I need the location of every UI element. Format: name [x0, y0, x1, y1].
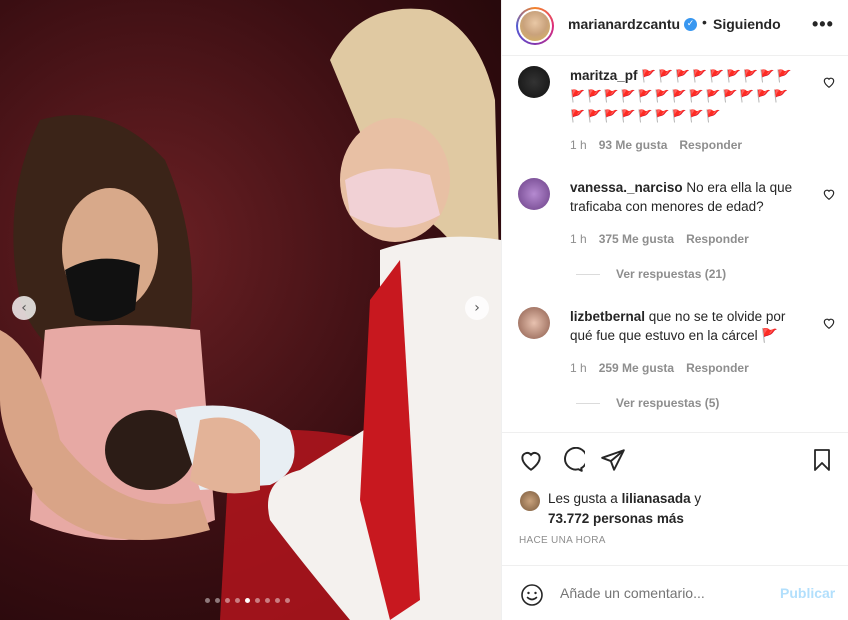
- likes-summary: Les gusta a lilianasada y 73.772 persona…: [548, 489, 828, 529]
- view-replies-button[interactable]: Ver respuestas (21): [576, 267, 726, 281]
- post-actions: [502, 432, 848, 480]
- share-paper-plane-icon[interactable]: [600, 447, 626, 473]
- author-avatar[interactable]: [516, 7, 554, 45]
- comment-bubble-icon[interactable]: [559, 447, 585, 473]
- carousel-dot: [205, 598, 210, 603]
- carousel-dot: [275, 598, 280, 603]
- comment-meta: 1 h 259 Me gusta Responder: [570, 361, 749, 375]
- post-header: marianardzcantu ✓ • Siguiendo •••: [502, 0, 848, 56]
- emoji-smile-icon[interactable]: [520, 583, 544, 607]
- chevron-left-icon: ‹: [21, 300, 27, 316]
- reply-button[interactable]: Responder: [686, 232, 749, 246]
- chevron-right-icon: ›: [474, 300, 480, 316]
- carousel-dot: [225, 598, 230, 603]
- save-bookmark-icon[interactable]: [810, 447, 834, 473]
- comment-time[interactable]: 1 h: [570, 138, 587, 152]
- comment-meta: 1 h 93 Me gusta Responder: [570, 138, 742, 152]
- carousel-indicator: [205, 598, 290, 603]
- author-username[interactable]: marianardzcantu: [568, 16, 680, 32]
- post-timestamp[interactable]: HACE UNA HORA: [519, 535, 606, 546]
- commenter-username[interactable]: vanessa._narciso: [570, 180, 683, 195]
- publish-button[interactable]: Publicar: [780, 585, 835, 601]
- carousel-dot: [255, 598, 260, 603]
- more-options-icon[interactable]: •••: [812, 14, 834, 35]
- like-comment-heart-icon[interactable]: [822, 316, 836, 330]
- comment-time[interactable]: 1 h: [570, 232, 587, 246]
- comment-time[interactable]: 1 h: [570, 361, 587, 375]
- commenter-username[interactable]: lizbetbernal: [570, 309, 645, 324]
- comment-like-count[interactable]: 375 Me gusta: [599, 232, 674, 246]
- post-sidebar: marianardzcantu ✓ • Siguiendo ••• maritz…: [501, 0, 848, 620]
- next-photo-button[interactable]: ›: [465, 296, 489, 320]
- liker-avatar[interactable]: [520, 491, 540, 511]
- carousel-dot: [215, 598, 220, 603]
- like-heart-icon[interactable]: [518, 447, 544, 473]
- comment-meta: 1 h 375 Me gusta Responder: [570, 232, 749, 246]
- post-photo: ‹ ›: [0, 0, 501, 620]
- photo-illustration: [0, 8, 501, 620]
- like-comment-heart-icon[interactable]: [822, 75, 836, 89]
- commenter-avatar[interactable]: [518, 66, 550, 98]
- add-comment-bar: Publicar: [502, 565, 848, 620]
- comment-body: maritza_pf 🚩🚩🚩🚩🚩🚩🚩🚩🚩🚩🚩🚩🚩🚩🚩🚩🚩🚩🚩🚩🚩🚩🚩🚩🚩🚩🚩🚩🚩…: [570, 66, 806, 126]
- header-separator: •: [702, 14, 707, 30]
- like-comment-heart-icon[interactable]: [822, 187, 836, 201]
- comment-like-count[interactable]: 259 Me gusta: [599, 361, 674, 375]
- carousel-dot: [245, 598, 250, 603]
- comment-body: lizbetbernal que no se te olvide por qué…: [570, 307, 806, 345]
- likes-and: y: [694, 491, 702, 506]
- comment-like-count[interactable]: 93 Me gusta: [599, 138, 668, 152]
- verified-badge-icon: ✓: [684, 18, 697, 31]
- likes-prefix: Les gusta a: [548, 491, 618, 506]
- reply-button[interactable]: Responder: [679, 138, 742, 152]
- carousel-dot: [235, 598, 240, 603]
- carousel-dot: [285, 598, 290, 603]
- comment-body: vanessa._narciso No era ella la que traf…: [570, 178, 806, 216]
- replies-divider: [576, 402, 600, 404]
- commenter-username[interactable]: maritza_pf: [570, 68, 638, 83]
- replies-divider: [576, 273, 600, 275]
- following-button[interactable]: Siguiendo: [713, 16, 781, 32]
- view-replies-label: Ver respuestas (5): [616, 396, 720, 410]
- liker-username[interactable]: lilianasada: [622, 491, 691, 506]
- carousel-dot: [265, 598, 270, 603]
- commenter-avatar[interactable]: [518, 178, 550, 210]
- commenter-avatar[interactable]: [518, 307, 550, 339]
- view-replies-label: Ver respuestas (21): [616, 267, 727, 281]
- view-replies-button[interactable]: Ver respuestas (5): [576, 396, 719, 410]
- reply-button[interactable]: Responder: [686, 361, 749, 375]
- add-comment-input[interactable]: [560, 585, 760, 601]
- likes-others-count[interactable]: 73.772 personas más: [548, 511, 684, 526]
- previous-photo-button[interactable]: ‹: [12, 296, 36, 320]
